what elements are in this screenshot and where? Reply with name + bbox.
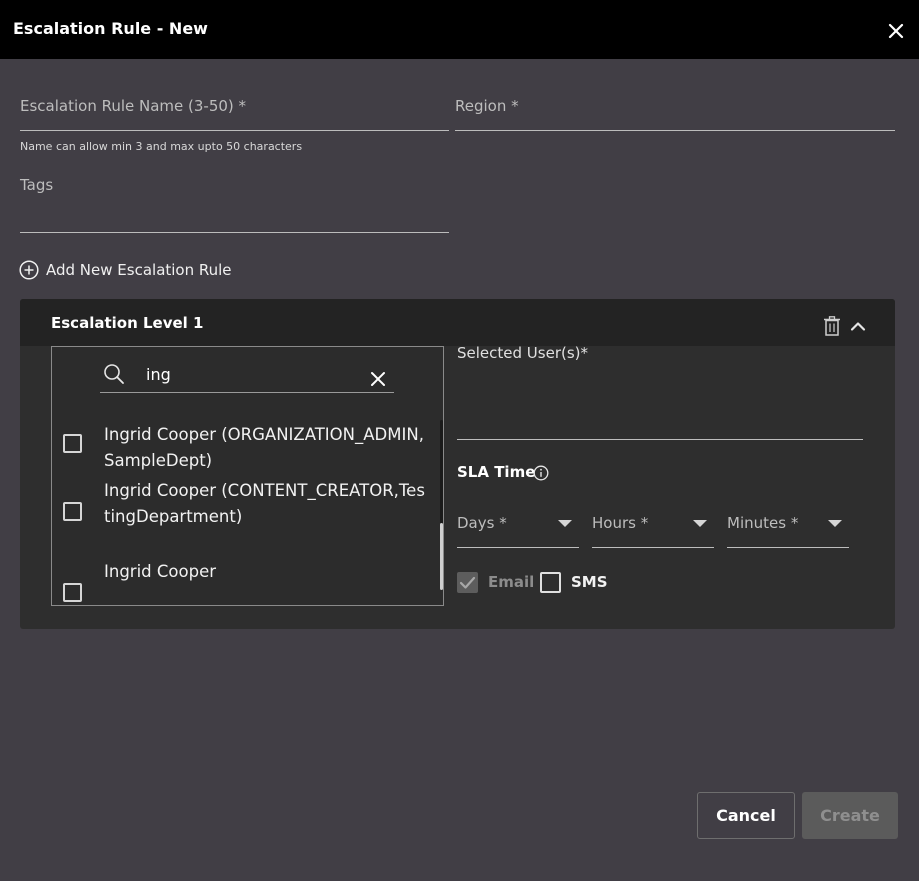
user-option[interactable]: Ingrid Cooper (CONTENT_CREATOR,TestingDe…	[52, 477, 437, 559]
sla-hours-select[interactable]: Hours *	[592, 510, 714, 548]
caret-down-icon	[558, 520, 572, 527]
escalation-level-title: Escalation Level 1	[51, 314, 204, 332]
chevron-up-icon[interactable]	[849, 317, 867, 335]
sla-hours-label: Hours *	[592, 514, 649, 532]
user-option-checkbox[interactable]	[63, 434, 82, 453]
search-icon	[104, 364, 124, 384]
caret-down-icon	[693, 520, 707, 527]
user-dropdown: Ingrid Cooper (ORGANIZATION_ADMIN,Sample…	[51, 346, 444, 606]
add-escalation-rule-button[interactable]: Add New Escalation Rule	[19, 259, 232, 281]
user-search	[100, 357, 394, 393]
cancel-button[interactable]: Cancel	[697, 792, 795, 839]
email-label: Email	[488, 573, 535, 591]
user-option-checkbox[interactable]	[63, 583, 82, 602]
rule-name-helper: Name can allow min 3 and max upto 50 cha…	[20, 140, 303, 153]
escalation-level-header[interactable]: Escalation Level 1	[20, 299, 895, 346]
trash-icon[interactable]	[823, 316, 841, 336]
info-icon[interactable]	[533, 465, 549, 481]
sla-time-label: SLA Time	[457, 463, 536, 481]
region-label: Region *	[455, 97, 519, 115]
caret-down-icon	[828, 520, 842, 527]
sla-minutes-label: Minutes *	[727, 514, 799, 532]
clear-icon[interactable]	[370, 371, 386, 387]
checkmark-icon	[459, 576, 476, 589]
user-option-checkbox[interactable]	[63, 502, 82, 521]
rule-name-field[interactable]: Escalation Rule Name (3-50) *	[20, 97, 449, 131]
sla-days-select[interactable]: Days *	[457, 510, 579, 548]
user-option[interactable]: Ingrid Cooper	[52, 559, 437, 605]
close-icon[interactable]	[886, 21, 906, 41]
user-search-input[interactable]	[146, 363, 346, 385]
user-option[interactable]: Ingrid Cooper (ORGANIZATION_ADMIN,Sample…	[52, 421, 437, 477]
selected-users-field[interactable]	[457, 439, 863, 440]
user-option-label: Ingrid Cooper (CONTENT_CREATOR,TestingDe…	[104, 481, 425, 526]
dropdown-scroll-thumb[interactable]	[440, 523, 443, 590]
add-circle-icon	[19, 260, 39, 280]
email-checkbox	[457, 572, 478, 593]
sla-minutes-select[interactable]: Minutes *	[727, 510, 849, 548]
rule-name-label: Escalation Rule Name (3-50) *	[20, 97, 247, 115]
user-option-label: Ingrid Cooper (ORGANIZATION_ADMIN,Sample…	[104, 425, 424, 470]
create-button: Create	[802, 792, 898, 839]
add-escalation-rule-label: Add New Escalation Rule	[46, 261, 232, 279]
dropdown-scrollbar[interactable]	[440, 420, 443, 590]
dialog-header: Escalation Rule - New	[0, 0, 919, 59]
dialog-title: Escalation Rule - New	[13, 19, 208, 38]
tags-label: Tags	[20, 176, 54, 194]
sms-checkbox[interactable]	[540, 572, 561, 593]
selected-users-label: Selected User(s)*	[457, 344, 589, 362]
region-field[interactable]: Region *	[455, 97, 895, 131]
tags-field[interactable]: Tags	[20, 176, 449, 233]
sla-days-label: Days *	[457, 514, 507, 532]
user-option-label: Ingrid Cooper	[104, 562, 217, 581]
sms-label: SMS	[571, 573, 608, 591]
